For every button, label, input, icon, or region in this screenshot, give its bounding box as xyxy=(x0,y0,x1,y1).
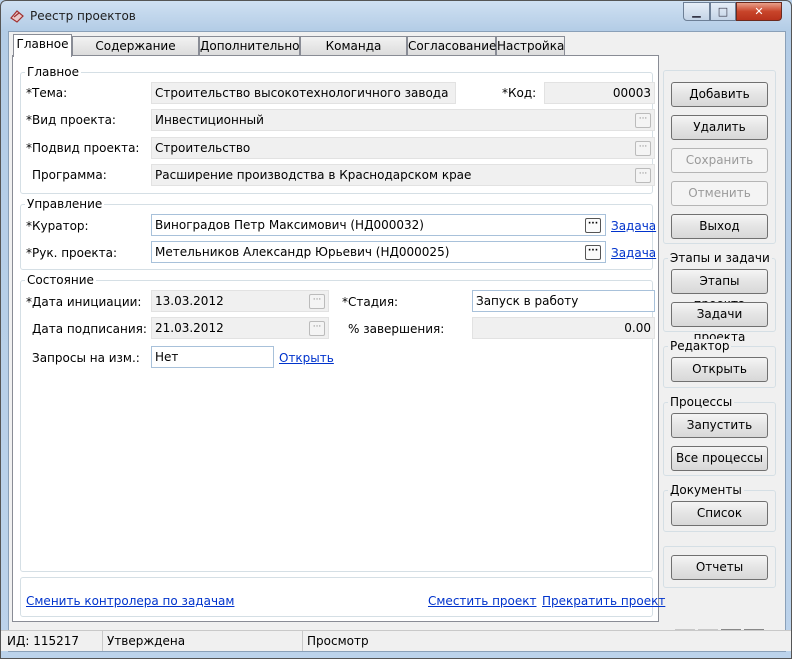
init-date-picker-button[interactable]: ··· xyxy=(309,294,325,309)
delete-button[interactable]: Удалить xyxy=(671,115,768,140)
init-date-label: *Дата инициации: xyxy=(26,295,142,309)
sign-date-field[interactable]: 21.03.2012 xyxy=(151,317,329,339)
head-field[interactable]: Метельников Александр Юрьевич (НД000025) xyxy=(151,241,606,263)
stages-button[interactable]: Этапы проекта xyxy=(671,269,768,311)
stages-group-title: Этапы и задачи xyxy=(668,251,772,265)
vid-label: *Вид проекта: xyxy=(26,113,116,127)
status-bar: ИД: 115217 Утверждена Просмотр xyxy=(1,630,791,651)
status-state: Утверждена xyxy=(103,631,303,651)
curator-browse-button[interactable]: ··· xyxy=(585,218,601,233)
programma-browse-button[interactable]: ··· xyxy=(635,168,651,183)
tab-panel-main: Главное *Тема: Строительство высокотехно… xyxy=(12,55,665,622)
close-button[interactable]: ✕ xyxy=(736,2,782,21)
client-area: Главное Содержание проекта Дополнительно… xyxy=(8,31,786,652)
requests-label: Запросы на изм.: xyxy=(32,351,140,365)
curator-label: *Куратор: xyxy=(26,219,89,233)
sign-date-picker-button[interactable]: ··· xyxy=(309,321,325,336)
cancel-button[interactable]: Отменить xyxy=(671,181,768,206)
group-management-title: Управление xyxy=(25,197,105,211)
programma-label: Программа: xyxy=(32,168,107,182)
close-icon: ✕ xyxy=(754,5,764,18)
vid-browse-button[interactable]: ··· xyxy=(635,113,651,128)
tab-main[interactable]: Главное xyxy=(13,34,72,57)
kod-field[interactable]: 00003 xyxy=(544,82,655,104)
tab-settings[interactable]: Настройка xyxy=(496,36,565,55)
change-controller-link[interactable]: Сменить контролера по задачам xyxy=(26,594,234,608)
title-bar[interactable]: Реестр проектов ▁ □ ✕ xyxy=(1,1,791,31)
documents-group-title: Документы xyxy=(668,483,744,497)
move-project-link[interactable]: Сместить проект xyxy=(428,594,537,608)
tab-additional[interactable]: Дополнительно xyxy=(199,36,300,55)
all-processes-button[interactable]: Все процессы xyxy=(671,446,768,471)
init-date-field[interactable]: 13.03.2012 xyxy=(151,290,329,312)
editor-group-title: Редактор xyxy=(668,339,732,353)
documents-list-button[interactable]: Список xyxy=(671,501,768,526)
maximize-button[interactable]: □ xyxy=(710,2,736,21)
head-label: *Рук. проекта: xyxy=(26,246,118,260)
group-state-title: Состояние xyxy=(25,273,96,287)
processes-group-title: Процессы xyxy=(668,395,735,409)
save-button[interactable]: Сохранить xyxy=(671,148,768,173)
requests-field[interactable]: Нет xyxy=(151,346,274,368)
curator-field[interactable]: Виноградов Петр Максимович (НД000032) xyxy=(151,214,606,236)
podvid-field[interactable]: Строительство xyxy=(151,137,655,159)
stage-label: *Стадия: xyxy=(342,295,399,309)
head-task-link[interactable]: Задача xyxy=(611,246,656,260)
curator-task-link[interactable]: Задача xyxy=(611,219,656,233)
tasks-button[interactable]: Задачи проекта xyxy=(671,302,768,344)
main-window: Реестр проектов ▁ □ ✕ Главное Содержание… xyxy=(0,0,792,659)
tema-label: *Тема: xyxy=(26,86,68,100)
minimize-button[interactable]: ▁ xyxy=(683,2,710,21)
editor-open-button[interactable]: Открыть xyxy=(671,357,768,382)
podvid-label: *Подвид проекта: xyxy=(26,141,140,155)
programma-field[interactable]: Расширение производства в Краснодарском … xyxy=(151,164,655,186)
percent-label: % завершения: xyxy=(348,322,445,336)
status-mode: Просмотр xyxy=(307,634,369,648)
exit-button[interactable]: Выход xyxy=(671,214,768,239)
head-browse-button[interactable]: ··· xyxy=(585,245,601,260)
kod-label: *Код: xyxy=(502,86,537,100)
window-title: Реестр проектов xyxy=(30,9,136,23)
add-button[interactable]: Добавить xyxy=(671,82,768,107)
tab-content[interactable]: Содержание проекта xyxy=(72,36,199,71)
requests-open-link[interactable]: Открыть xyxy=(279,351,334,365)
tab-approval[interactable]: Согласование xyxy=(407,36,496,55)
tab-team[interactable]: Команда проекта xyxy=(300,36,407,71)
run-process-button[interactable]: Запустить xyxy=(671,413,768,438)
reports-button[interactable]: Отчеты xyxy=(671,555,768,580)
podvid-browse-button[interactable]: ··· xyxy=(635,141,651,156)
group-main-title: Главное xyxy=(25,65,81,79)
status-id: ИД: 115217 xyxy=(3,631,103,651)
stop-project-link[interactable]: Прекратить проект xyxy=(542,594,665,608)
vid-field[interactable]: Инвестиционный xyxy=(151,109,655,131)
stage-field[interactable]: Запуск в работу xyxy=(472,290,655,312)
app-icon xyxy=(10,10,24,23)
tema-field[interactable]: Строительство высокотехнологичного завод… xyxy=(151,82,456,104)
maximize-icon: □ xyxy=(717,5,729,18)
minimize-icon: ▁ xyxy=(692,5,701,18)
percent-field[interactable]: 0.00 xyxy=(472,317,655,339)
sign-date-label: Дата подписания: xyxy=(32,322,147,336)
